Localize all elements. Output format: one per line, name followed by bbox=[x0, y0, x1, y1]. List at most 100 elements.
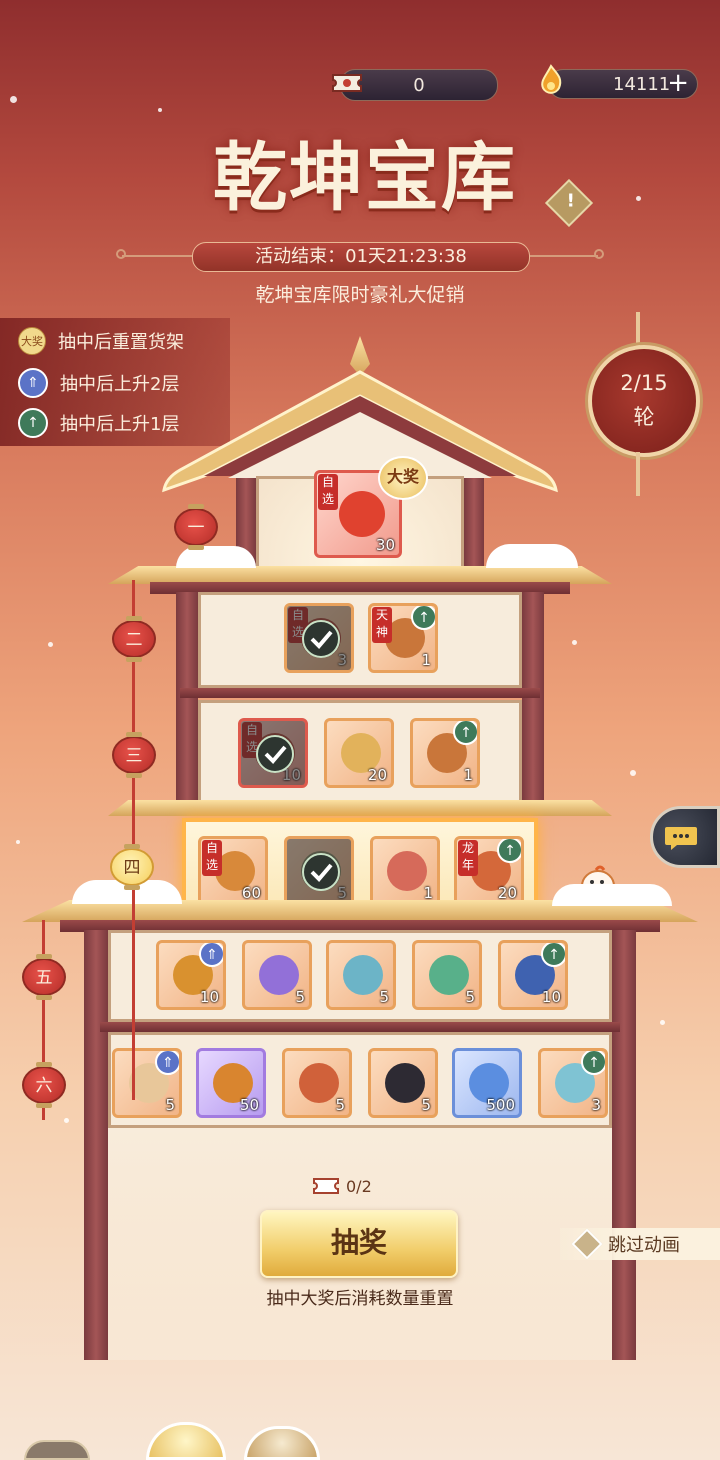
reward-item[interactable]: 5 bbox=[284, 836, 354, 906]
item-count: 5 bbox=[379, 988, 389, 1006]
reward-item[interactable]: 5 bbox=[282, 1048, 352, 1118]
beam bbox=[100, 1022, 620, 1032]
reward-item[interactable]: ⇑ 5 bbox=[112, 1048, 182, 1118]
reward-item[interactable]: ↑ 10 bbox=[498, 940, 568, 1010]
reward-item[interactable]: 5 bbox=[242, 940, 312, 1010]
item-count: 20 bbox=[367, 766, 387, 784]
snowflake bbox=[660, 1020, 665, 1025]
reward-art bbox=[259, 955, 299, 995]
event-timer: 活动结束：01天21:23:38 bbox=[192, 242, 530, 272]
arrow-up-icon: ↑ bbox=[18, 408, 48, 438]
legend-row-up-two: ⇑ 抽中后上升2层 bbox=[18, 368, 179, 398]
nav-button-partial[interactable] bbox=[24, 1440, 90, 1460]
grand-prize-icon: 大奖 bbox=[18, 327, 46, 355]
reward-art bbox=[343, 955, 383, 995]
timer-ornament-left bbox=[122, 255, 192, 257]
legend-label: 抽中后重置货架 bbox=[58, 332, 184, 353]
reward-art bbox=[339, 491, 385, 537]
item-count: 5 bbox=[335, 1096, 345, 1114]
item-count: 1 bbox=[423, 884, 433, 902]
reward-item[interactable]: 1 bbox=[370, 836, 440, 906]
ticket-icon bbox=[313, 1178, 339, 1194]
item-count: 10 bbox=[541, 988, 561, 1006]
arrow-up-icon: ↑ bbox=[453, 721, 477, 745]
nav-button-partial[interactable] bbox=[146, 1422, 226, 1460]
grand-prize-badge: 大奖 bbox=[378, 456, 428, 500]
reward-item[interactable]: 自选 60 bbox=[198, 836, 268, 906]
draw-cost: 0/2 bbox=[312, 1176, 372, 1196]
arrow-up-icon: ↑ bbox=[497, 839, 521, 863]
item-count: 60 bbox=[241, 884, 261, 902]
timer-ornament-dot bbox=[594, 249, 604, 259]
reward-item[interactable]: 5 bbox=[326, 940, 396, 1010]
item-count: 5 bbox=[465, 988, 475, 1006]
snowflake bbox=[572, 640, 577, 645]
round-hanger-cord bbox=[636, 312, 640, 348]
round-counter: 2/15 轮 bbox=[588, 345, 700, 457]
legend-row-up-one: ↑ 抽中后上升1层 bbox=[18, 408, 179, 438]
reward-item[interactable]: ↑ 3 bbox=[538, 1048, 608, 1118]
round-progress: 2/15 bbox=[620, 371, 668, 395]
reward-item[interactable]: 自选 3 bbox=[284, 603, 354, 673]
chat-bubble-icon bbox=[665, 827, 697, 850]
item-count: 5 bbox=[165, 1096, 175, 1114]
check-icon bbox=[256, 735, 294, 773]
item-count: 5 bbox=[295, 988, 305, 1006]
item-count: 50 bbox=[239, 1096, 259, 1114]
floor-lantern-3[interactable]: 三 bbox=[112, 732, 156, 778]
flame-coin-icon bbox=[534, 64, 568, 94]
nav-button-partial[interactable] bbox=[244, 1426, 320, 1460]
round-tassel bbox=[636, 452, 640, 496]
reward-item[interactable]: ⇑ 10 bbox=[156, 940, 226, 1010]
reward-item[interactable]: 自选 10 bbox=[238, 718, 308, 788]
double-arrow-up-icon: ⇑ bbox=[199, 943, 223, 967]
info-icon: ! bbox=[566, 190, 575, 212]
snow-cap bbox=[486, 544, 578, 568]
snowflake bbox=[48, 642, 53, 647]
floor-lantern-1[interactable]: 一 bbox=[174, 504, 218, 550]
snowflake bbox=[10, 96, 17, 103]
reward-item[interactable]: 5 bbox=[368, 1048, 438, 1118]
double-arrow-up-icon: ⇑ bbox=[18, 368, 48, 398]
roof-tier-3 bbox=[108, 800, 612, 816]
snow-cap bbox=[552, 884, 672, 906]
reward-item[interactable]: 50 bbox=[196, 1048, 266, 1118]
reward-item[interactable]: 龙年 ↑ 20 bbox=[454, 836, 524, 906]
reward-item[interactable]: 500 bbox=[452, 1048, 522, 1118]
floor-6-shelf bbox=[108, 1032, 612, 1128]
arrow-up-icon: ↑ bbox=[411, 606, 435, 630]
draw-note: 抽中大奖后消耗数量重置 bbox=[266, 1289, 454, 1309]
round-unit: 轮 bbox=[633, 405, 655, 429]
item-count: 500 bbox=[486, 1096, 515, 1114]
draw-button[interactable]: 抽奖 bbox=[260, 1210, 458, 1278]
timer-ornament-right bbox=[528, 255, 598, 257]
reward-item[interactable]: 5 bbox=[412, 940, 482, 1010]
add-coin-button[interactable]: + bbox=[667, 68, 689, 98]
snowflake bbox=[630, 770, 636, 776]
coin-currency-bar: 14111 + bbox=[548, 68, 698, 99]
floor-lantern-2[interactable]: 二 bbox=[112, 616, 156, 662]
item-count: 10 bbox=[199, 988, 219, 1006]
coin-count: 14111 bbox=[613, 73, 671, 95]
reward-item[interactable]: 20 bbox=[324, 718, 394, 788]
claimed-overlay bbox=[241, 721, 305, 785]
optional-tag: 自选 bbox=[318, 474, 338, 510]
skip-animation-toggle[interactable]: 跳过动画 bbox=[560, 1228, 720, 1260]
chat-button[interactable] bbox=[650, 806, 720, 868]
item-count: 30 bbox=[375, 536, 395, 554]
floor-lantern-4-current[interactable]: 四 bbox=[110, 844, 154, 890]
reward-item[interactable]: 天神 ↑ 1 bbox=[368, 603, 438, 673]
legend-row-grand-prize: 大奖 抽中后重置货架 bbox=[18, 326, 184, 356]
arrow-up-icon: ↑ bbox=[541, 943, 565, 967]
floor-lantern-6[interactable]: 六 bbox=[22, 1062, 66, 1108]
help-button[interactable]: ! bbox=[544, 178, 594, 228]
check-icon bbox=[302, 853, 340, 891]
arrow-up-icon: ↑ bbox=[581, 1051, 605, 1075]
item-count: 1 bbox=[421, 651, 431, 669]
floor-lantern-5[interactable]: 五 bbox=[22, 954, 66, 1000]
reward-item[interactable]: ↑ 1 bbox=[410, 718, 480, 788]
reward-art bbox=[385, 1063, 425, 1103]
reward-art bbox=[429, 955, 469, 995]
beam bbox=[180, 688, 540, 698]
ticket-icon bbox=[330, 68, 364, 96]
